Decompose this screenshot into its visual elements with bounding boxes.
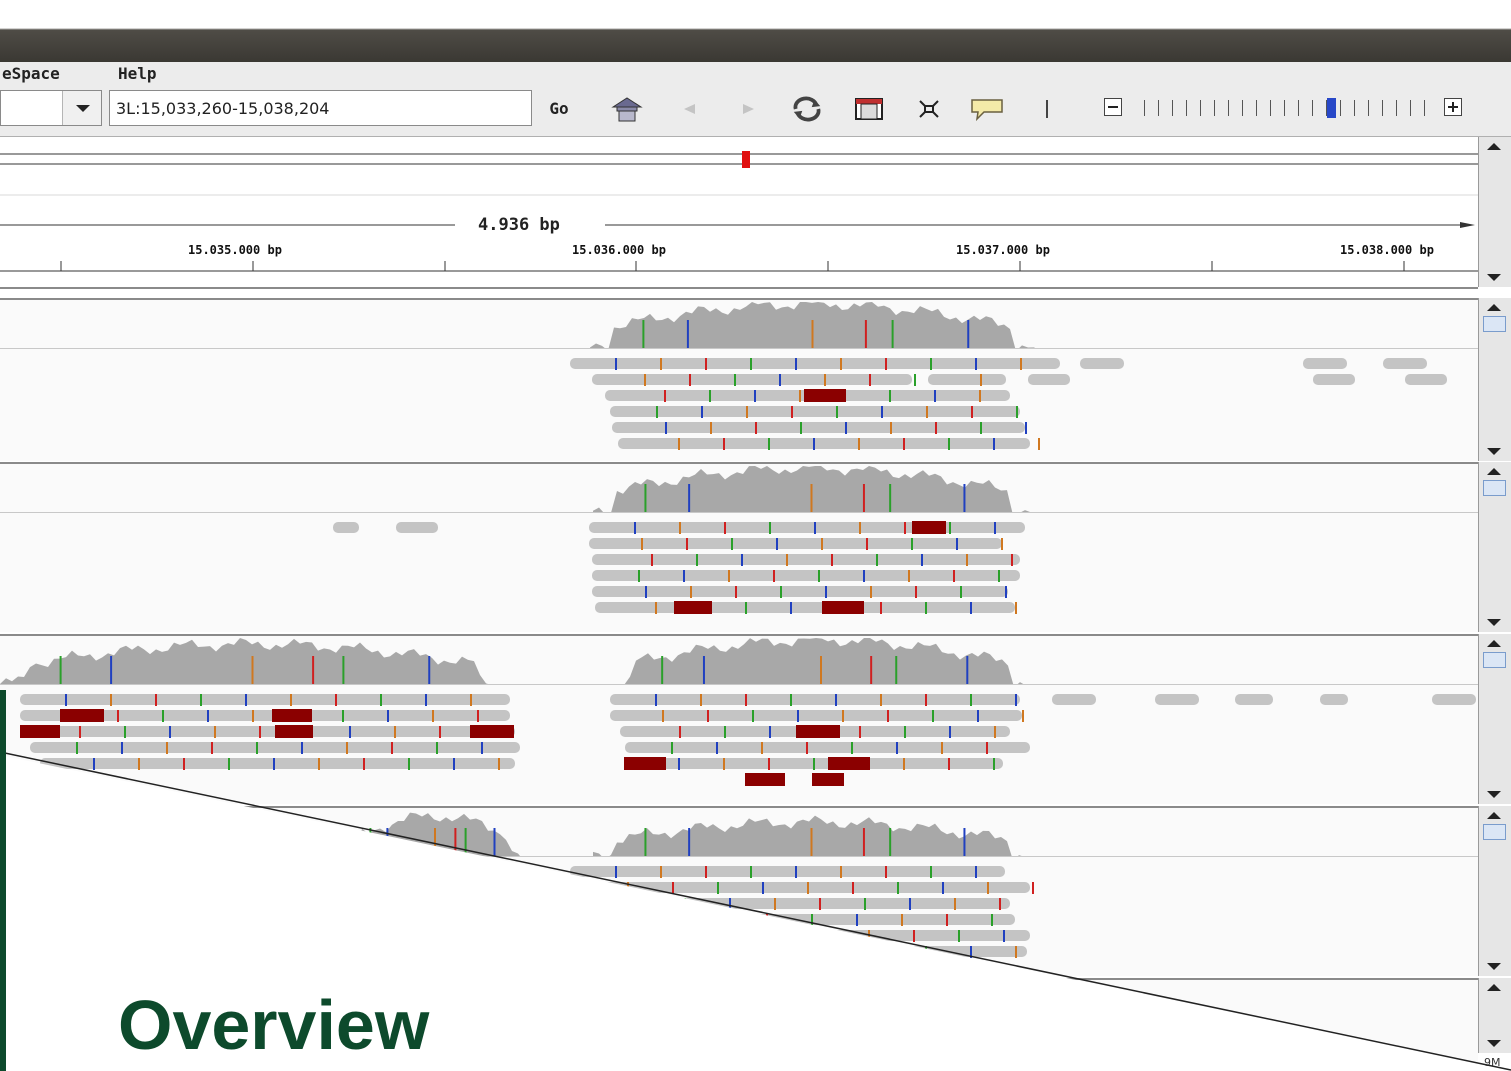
slide-title: Overview [118,986,430,1064]
slide-left-bar [0,690,6,1071]
slide-page-curl [0,751,1511,1071]
